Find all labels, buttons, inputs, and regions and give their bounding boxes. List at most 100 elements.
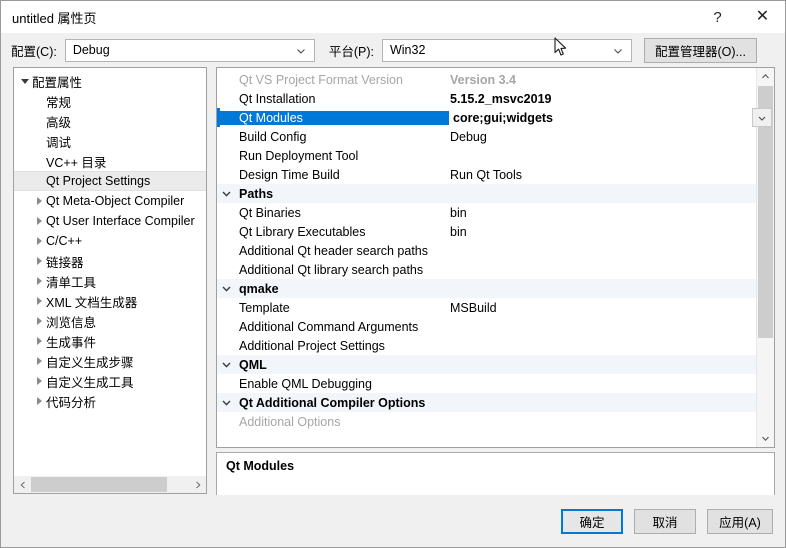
property-row[interactable]: Additional Options — [217, 412, 756, 431]
property-value[interactable]: Run Qt Tools — [449, 168, 756, 182]
configuration-value: Debug — [72, 43, 110, 57]
ok-button[interactable]: 确定 — [561, 508, 623, 534]
cancel-button[interactable]: 取消 — [634, 508, 696, 534]
settings-tree[interactable]: 配置属性 常规 高级调试 VC++ 目录 Qt Project Settings Qt M… — [14, 68, 206, 475]
chevron-down-icon[interactable] — [217, 359, 235, 370]
triangle-right-icon[interactable] — [32, 297, 46, 305]
property-grid-rows[interactable]: Qt VS Project Format Version Version 3.4 Q… — [217, 68, 756, 447]
tree-item[interactable]: 常规 — [14, 91, 206, 111]
tree-item[interactable]: Qt User Interface Compiler — [14, 211, 206, 231]
property-name: Enable QML Debugging — [239, 376, 372, 391]
platform-combobox[interactable]: Win32 — [381, 38, 632, 62]
property-value[interactable]: bin — [449, 206, 756, 220]
property-name: Additional Qt header search paths — [239, 243, 429, 258]
value-dropdown-button[interactable] — [752, 108, 772, 127]
tree-item[interactable]: 高级 — [14, 111, 206, 131]
property-value[interactable]: core;gui;widgets — [449, 111, 756, 125]
property-name: QML — [239, 357, 267, 372]
property-row[interactable]: Design Time Build Run Qt Tools — [217, 165, 756, 184]
configuration-combobox[interactable]: Debug — [64, 38, 315, 62]
tree-horizontal-scrollbar[interactable] — [14, 475, 206, 493]
property-name: Build Config — [239, 129, 307, 144]
property-name: Qt Library Executables — [239, 224, 366, 239]
triangle-right-icon[interactable] — [32, 277, 46, 285]
property-group-row[interactable]: QML — [217, 355, 756, 374]
apply-button[interactable]: 应用(A) — [707, 508, 773, 534]
tree-item-label: XML 文档生成器 — [46, 295, 138, 310]
property-value[interactable]: Debug — [449, 130, 756, 144]
property-group-row[interactable]: qmake — [217, 279, 756, 298]
property-row[interactable]: Additional Command Arguments — [217, 317, 756, 336]
chevron-right-icon[interactable] — [189, 476, 206, 493]
property-row[interactable]: Template MSBuild — [217, 298, 756, 317]
chevron-left-icon[interactable] — [14, 476, 31, 493]
title-bar: untitled 属性页 ? ✕ — [1, 1, 785, 33]
triangle-right-icon[interactable] — [32, 237, 46, 245]
tree-item-label: Qt Meta-Object Compiler — [46, 194, 185, 208]
tree-item[interactable]: 清单工具 — [14, 271, 206, 291]
property-row[interactable]: Additional Qt library search paths — [217, 260, 756, 279]
property-value[interactable]: MSBuild — [449, 301, 756, 315]
chevron-down-icon — [296, 45, 306, 55]
tree-item[interactable]: 浏览信息 — [14, 311, 206, 331]
tree-item-label: VC++ 目录 — [46, 155, 107, 170]
tree-item-label: 清单工具 — [46, 275, 97, 290]
property-row[interactable]: Qt Library Executables bin — [217, 222, 756, 241]
property-row[interactable]: Additional Project Settings — [217, 336, 756, 355]
property-name: Qt Additional Compiler Options — [239, 395, 426, 410]
tree-item-label: Qt User Interface Compiler — [46, 214, 195, 228]
property-row[interactable]: Qt Installation 5.15.2_msvc2019 — [217, 89, 756, 108]
chevron-down-icon[interactable] — [757, 430, 774, 447]
triangle-right-icon[interactable] — [32, 377, 46, 385]
property-name: Additional Project Settings — [239, 338, 385, 353]
configuration-toolbar: 配置(C): Debug 平台(P): Win32 配置管理器(O)... — [1, 33, 785, 67]
property-row[interactable]: Enable QML Debugging — [217, 374, 756, 393]
tree-item[interactable]: VC++ 目录 — [14, 151, 206, 171]
property-value[interactable]: Version 3.4 — [449, 73, 756, 87]
tree-item-label: 配置属性 — [32, 75, 83, 90]
property-row[interactable]: Run Deployment Tool — [217, 146, 756, 165]
tree-scroll-thumb[interactable] — [31, 477, 167, 492]
triangle-right-icon[interactable] — [32, 357, 46, 365]
tree-item[interactable]: 自定义生成步骤 — [14, 351, 206, 371]
triangle-down-icon[interactable] — [18, 78, 32, 84]
tree-item-label: 调试 — [46, 135, 72, 150]
tree-item-label: C/C++ — [46, 234, 83, 248]
triangle-right-icon[interactable] — [32, 397, 46, 405]
help-icon[interactable]: ? — [695, 1, 740, 33]
tree-item-label: 代码分析 — [46, 395, 97, 410]
tree-item[interactable]: 生成事件 — [14, 331, 206, 351]
tree-item[interactable]: XML 文档生成器 — [14, 291, 206, 311]
property-value[interactable]: 5.15.2_msvc2019 — [449, 92, 756, 106]
tree-item[interactable]: 配置属性 — [14, 71, 206, 91]
property-row[interactable]: Qt VS Project Format Version Version 3.4 — [217, 70, 756, 89]
triangle-right-icon[interactable] — [32, 317, 46, 325]
triangle-right-icon[interactable] — [32, 197, 46, 205]
chevron-up-icon[interactable] — [757, 68, 774, 85]
property-row[interactable]: Qt Binaries bin — [217, 203, 756, 222]
tree-item[interactable]: Qt Project Settings — [14, 171, 206, 191]
tree-item[interactable]: 调试 — [14, 131, 206, 151]
tree-item[interactable]: 代码分析 — [14, 391, 206, 411]
property-row[interactable]: Build Config Debug — [217, 127, 756, 146]
chevron-down-icon[interactable] — [217, 283, 235, 294]
property-group-row[interactable]: Paths — [217, 184, 756, 203]
configuration-label: 配置(C): — [11, 44, 57, 59]
tree-item[interactable]: 链接器 — [14, 251, 206, 271]
tree-item[interactable]: Qt Meta-Object Compiler — [14, 191, 206, 211]
property-row[interactable]: Qt Modules core;gui;widgets — [217, 108, 756, 127]
chevron-down-icon — [613, 45, 623, 55]
property-row[interactable]: Additional Qt header search paths — [217, 241, 756, 260]
tree-item-label: 自定义生成步骤 — [46, 355, 134, 370]
triangle-right-icon[interactable] — [32, 257, 46, 265]
property-value[interactable]: bin — [449, 225, 756, 239]
tree-item[interactable]: 自定义生成工具 — [14, 371, 206, 391]
tree-item[interactable]: C/C++ — [14, 231, 206, 251]
chevron-down-icon[interactable] — [217, 397, 235, 408]
configuration-manager-button[interactable]: 配置管理器(O)... — [643, 37, 757, 63]
triangle-right-icon[interactable] — [32, 217, 46, 225]
chevron-down-icon[interactable] — [217, 188, 235, 199]
property-group-row[interactable]: Qt Additional Compiler Options — [217, 393, 756, 412]
triangle-right-icon[interactable] — [32, 337, 46, 345]
close-icon[interactable]: ✕ — [740, 1, 785, 33]
